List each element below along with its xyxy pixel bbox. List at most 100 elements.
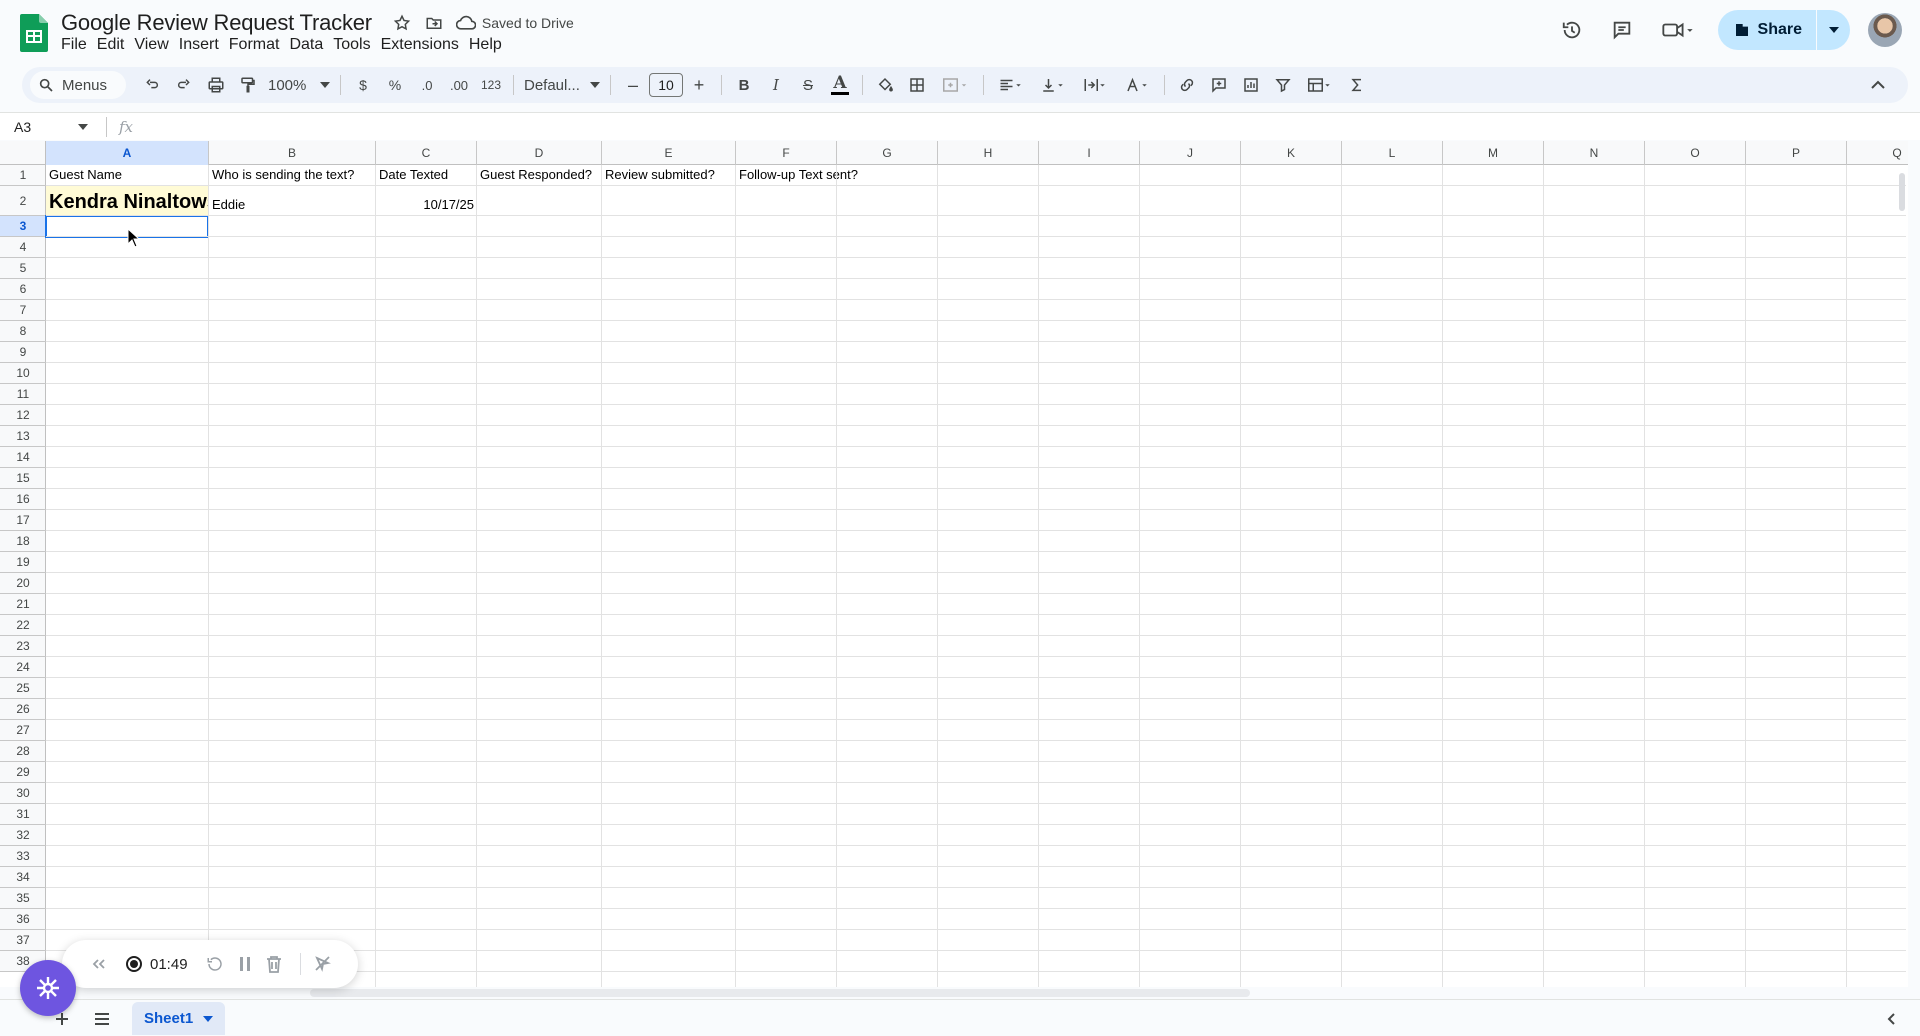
sheet-tab-sheet1[interactable]: Sheet1 xyxy=(132,1002,226,1035)
row-header-12[interactable]: 12 xyxy=(0,405,46,426)
row-header-8[interactable]: 8 xyxy=(0,321,46,342)
row-header-32[interactable]: 32 xyxy=(0,825,46,846)
vertical-scrollbar[interactable] xyxy=(1896,165,1908,987)
undo-icon[interactable] xyxy=(138,71,166,99)
merge-cells-icon[interactable] xyxy=(935,71,975,99)
restart-recording-icon[interactable] xyxy=(206,955,224,973)
column-header-g[interactable]: G xyxy=(837,141,938,165)
cell-e1[interactable]: Review submitted? xyxy=(602,165,736,186)
print-icon[interactable] xyxy=(202,71,230,99)
cell-a1[interactable]: Guest Name xyxy=(46,165,209,186)
italic-button[interactable]: I xyxy=(762,71,790,99)
row-header-5[interactable]: 5 xyxy=(0,258,46,279)
row-header-27[interactable]: 27 xyxy=(0,720,46,741)
horizontal-align-icon[interactable] xyxy=(992,71,1030,99)
name-box[interactable]: A3 xyxy=(0,116,98,138)
pause-recording-icon[interactable] xyxy=(238,956,252,972)
row-header-1[interactable]: 1 xyxy=(0,165,46,186)
column-header-f[interactable]: F xyxy=(736,141,837,165)
cell-a2[interactable]: Kendra Ninaltowski xyxy=(46,186,209,216)
column-header-q[interactable]: Q xyxy=(1847,141,1908,165)
filter-views-icon[interactable] xyxy=(1301,71,1339,99)
row-header-19[interactable]: 19 xyxy=(0,552,46,573)
borders-icon[interactable] xyxy=(903,71,931,99)
cell-d1[interactable]: Guest Responded? xyxy=(477,165,602,186)
delete-recording-icon[interactable] xyxy=(266,955,282,973)
row-header-25[interactable]: 25 xyxy=(0,678,46,699)
row-header-15[interactable]: 15 xyxy=(0,468,46,489)
row-header-34[interactable]: 34 xyxy=(0,867,46,888)
formula-input[interactable] xyxy=(145,116,1920,138)
row-header-4[interactable]: 4 xyxy=(0,237,46,258)
scroll-thumb[interactable] xyxy=(1899,173,1905,211)
recorder-launcher-button[interactable] xyxy=(20,960,76,1016)
row-header-13[interactable]: 13 xyxy=(0,426,46,447)
horizontal-scrollbar[interactable] xyxy=(310,989,1250,997)
menu-insert[interactable]: Insert xyxy=(179,35,229,55)
menu-data[interactable]: Data xyxy=(289,35,333,55)
version-history-icon[interactable] xyxy=(1552,10,1592,50)
row-header-9[interactable]: 9 xyxy=(0,342,46,363)
row-header-11[interactable]: 11 xyxy=(0,384,46,405)
column-header-a[interactable]: A xyxy=(46,141,209,165)
text-color-button[interactable]: A xyxy=(826,71,854,99)
column-header-o[interactable]: O xyxy=(1645,141,1746,165)
row-header-28[interactable]: 28 xyxy=(0,741,46,762)
row-header-14[interactable]: 14 xyxy=(0,447,46,468)
menu-extensions[interactable]: Extensions xyxy=(381,35,469,55)
account-avatar[interactable] xyxy=(1868,13,1902,47)
row-header-20[interactable]: 20 xyxy=(0,573,46,594)
column-header-n[interactable]: N xyxy=(1544,141,1645,165)
menu-file[interactable]: File xyxy=(61,35,97,55)
menu-help[interactable]: Help xyxy=(469,35,512,55)
share-button[interactable]: Share xyxy=(1718,10,1816,50)
column-header-b[interactable]: B xyxy=(209,141,376,165)
insert-link-icon[interactable] xyxy=(1173,71,1201,99)
row-header-7[interactable]: 7 xyxy=(0,300,46,321)
decrease-decimal-button[interactable]: .0 xyxy=(413,71,441,99)
increase-decimal-button[interactable]: .00 xyxy=(445,71,473,99)
menu-tools[interactable]: Tools xyxy=(333,35,380,55)
row-header-23[interactable]: 23 xyxy=(0,636,46,657)
fill-color-icon[interactable] xyxy=(871,71,899,99)
column-header-h[interactable]: H xyxy=(938,141,1039,165)
cell-c1[interactable]: Date Texted xyxy=(376,165,477,186)
all-sheets-icon[interactable] xyxy=(88,1006,116,1032)
bold-button[interactable]: B xyxy=(730,71,758,99)
insert-chart-icon[interactable] xyxy=(1237,71,1265,99)
search-menus[interactable]: Menus xyxy=(30,71,126,99)
pointer-highlight-icon[interactable] xyxy=(314,956,331,972)
row-header-36[interactable]: 36 xyxy=(0,909,46,930)
number-format-button[interactable]: 123 xyxy=(477,71,505,99)
cell-b1[interactable]: Who is sending the text? xyxy=(209,165,376,186)
saved-status[interactable]: Saved to Drive xyxy=(455,15,574,31)
column-header-c[interactable]: C xyxy=(376,141,477,165)
column-header-i[interactable]: I xyxy=(1039,141,1140,165)
text-wrapping-icon[interactable] xyxy=(1076,71,1114,99)
cell-f1[interactable]: Follow-up Text sent? xyxy=(736,165,906,186)
row-header-6[interactable]: 6 xyxy=(0,279,46,300)
row-header-21[interactable]: 21 xyxy=(0,594,46,615)
font-size-input[interactable]: 10 xyxy=(649,73,683,97)
star-icon[interactable] xyxy=(390,11,414,35)
row-header-29[interactable]: 29 xyxy=(0,762,46,783)
row-header-3[interactable]: 3 xyxy=(0,216,46,237)
meet-video-icon[interactable] xyxy=(1652,10,1704,50)
cell-b2[interactable]: Eddie xyxy=(209,186,376,216)
insert-comment-icon[interactable] xyxy=(1205,71,1233,99)
filter-icon[interactable] xyxy=(1269,71,1297,99)
row-header-24[interactable]: 24 xyxy=(0,657,46,678)
increase-font-size-button[interactable]: + xyxy=(685,71,713,99)
row-header-31[interactable]: 31 xyxy=(0,804,46,825)
document-title[interactable]: Google Review Request Tracker xyxy=(61,10,372,36)
text-rotation-icon[interactable] xyxy=(1118,71,1156,99)
row-header-18[interactable]: 18 xyxy=(0,531,46,552)
strikethrough-button[interactable]: S xyxy=(794,71,822,99)
move-folder-icon[interactable] xyxy=(422,11,446,35)
row-header-37[interactable]: 37 xyxy=(0,930,46,951)
comments-icon[interactable] xyxy=(1602,10,1642,50)
row-header-16[interactable]: 16 xyxy=(0,489,46,510)
sheets-logo-icon[interactable] xyxy=(20,14,48,52)
column-header-e[interactable]: E xyxy=(602,141,736,165)
row-header-26[interactable]: 26 xyxy=(0,699,46,720)
